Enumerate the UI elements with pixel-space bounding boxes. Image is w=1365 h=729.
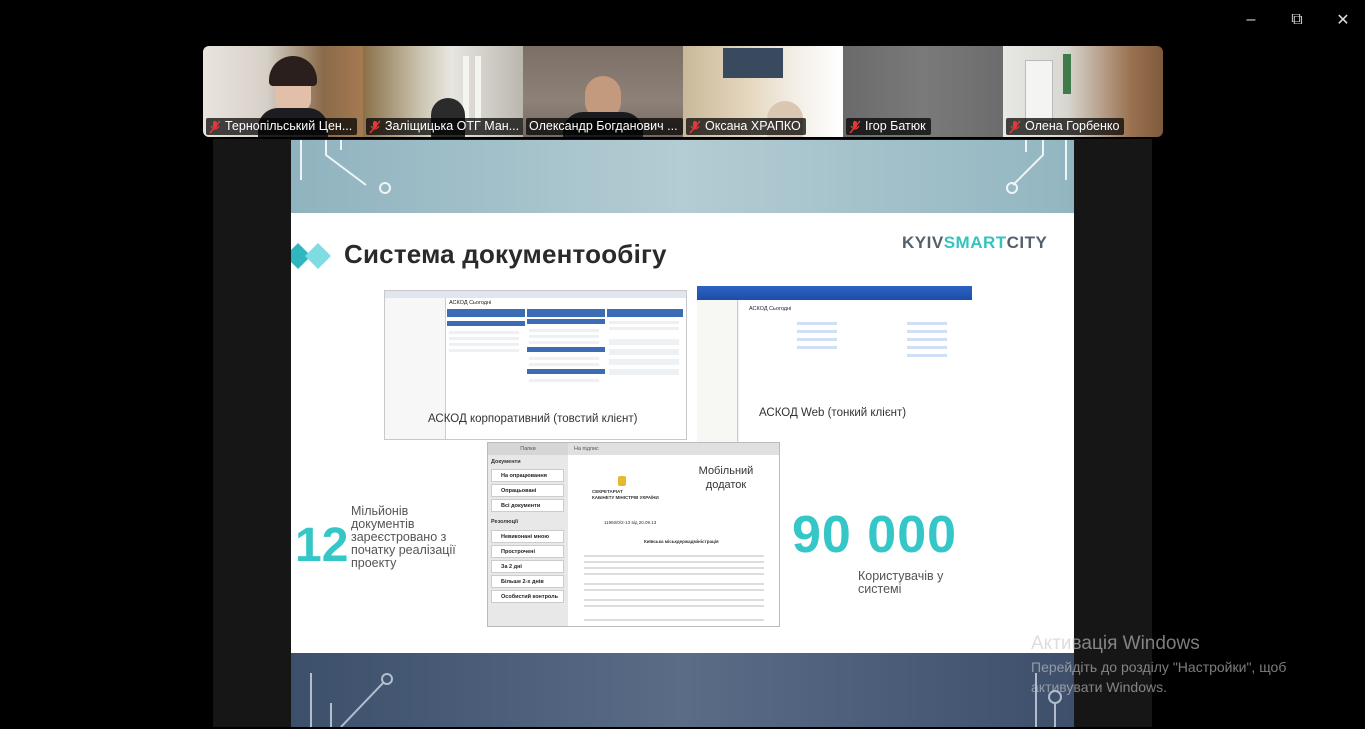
- mobile-menu-item: Особистий контроль: [491, 590, 564, 603]
- mic-muted-icon: [369, 120, 381, 134]
- participant-nametag: Заліщицька ОТГ Ман...: [366, 118, 523, 135]
- mobile-menu-item: Більше 2-х днів: [491, 575, 564, 588]
- minimize-button[interactable]: –: [1239, 8, 1263, 32]
- coat-of-arms-icon: [618, 476, 626, 486]
- participant-nametag: Олександр Богданович ...: [526, 118, 683, 135]
- mobile-right-title: На підпис: [568, 443, 779, 455]
- doc-header: СЕКРЕТАРІАТ: [592, 489, 623, 494]
- web-client-caption: АСКОД Web (тонкий клієнт): [759, 407, 907, 419]
- mobile-section-label: Резолюції: [491, 519, 519, 525]
- mic-muted-icon: [1009, 120, 1021, 134]
- slide-header-band: [291, 140, 1074, 213]
- participant-name: Заліщицька ОТГ Ман...: [385, 119, 520, 133]
- participant-name: Ігор Батюк: [865, 119, 926, 133]
- participant-nametag: Олена Горбенко: [1006, 118, 1125, 135]
- mobile-caption: Мобільний додаток: [698, 465, 754, 491]
- kyiv-smart-city-logo: KYIVSMARTCITY: [902, 233, 1048, 252]
- doc-number: 11960/0/2-13 від 20.09.13: [604, 520, 657, 525]
- participant-name: Олександр Богданович ...: [529, 119, 678, 133]
- thick-client-caption: АСКОД корпоративний (товстий клієнт): [428, 413, 638, 425]
- mobile-section-label: Документи: [491, 459, 521, 465]
- mobile-menu-item: На опрацювання: [491, 469, 564, 482]
- participant-nametag: Ігор Батюк: [846, 118, 931, 135]
- participant-nametag: Тернопільський Цен...: [206, 118, 358, 135]
- participant-tile-active-speaker[interactable]: Олександр Богданович ...: [523, 46, 683, 137]
- participant-name: Тернопільський Цен...: [225, 119, 353, 133]
- mobile-menu-item: Прострочені: [491, 545, 564, 558]
- app-title: АСКОД Сьогодні: [449, 300, 492, 306]
- doc-header: КАБІНЕТУ МІНІСТРІВ УКРАЇНИ: [592, 495, 659, 500]
- restore-button[interactable]: ⧉: [1285, 8, 1309, 32]
- mic-muted-icon: [689, 120, 701, 134]
- participant-tile[interactable]: Олена Горбенко: [1003, 46, 1163, 137]
- mobile-menu-item: Невиконані мною: [491, 530, 564, 543]
- participant-tile[interactable]: Оксана ХРАПКО: [683, 46, 843, 137]
- slide-title: Система документообігу: [344, 239, 667, 269]
- doc-recipient: Київська міськдержадміністрація: [644, 539, 719, 544]
- stat-documents-value: 12: [295, 519, 349, 572]
- diamond-bullet-icon: [291, 243, 331, 274]
- windows-activation-title: Активація Windows: [1031, 633, 1200, 654]
- participant-nametag: Оксана ХРАПКО: [686, 118, 806, 135]
- windows-activation-text: Перейдіть до розділу "Настройки", щоб акт…: [1031, 659, 1287, 695]
- mobile-left-title: Папки: [488, 443, 568, 455]
- mobile-menu-item: Опрацьовані: [491, 484, 564, 497]
- circuit-decoration-icon: [300, 140, 1067, 194]
- slide-footer-band: [291, 653, 1074, 727]
- app-title: АСКОД Сьогодні: [749, 306, 792, 312]
- mobile-menu-item: Всі документи: [491, 499, 564, 512]
- participant-name: Олена Горбенко: [1025, 119, 1120, 133]
- mic-muted-icon: [849, 120, 861, 134]
- close-button[interactable]: ✕: [1331, 8, 1355, 32]
- participant-tile[interactable]: Тернопільський Цен...: [203, 46, 363, 137]
- mobile-menu-item: За 2 дні: [491, 560, 564, 573]
- stat-users-label: Користувачів у системі: [858, 569, 944, 596]
- stat-documents-label: Мільйонів документів зареєстровано з початк…: [351, 504, 456, 570]
- participant-name: Оксана ХРАПКО: [705, 119, 801, 133]
- circuit-decoration-icon: [310, 673, 1062, 727]
- mic-muted-icon: [209, 120, 221, 134]
- presentation-slide: Система документообігу KYIVSMARTCITY АСК…: [291, 140, 1074, 727]
- participant-strip: Тернопільський Цен... Заліщицька ОТГ Ман…: [203, 46, 1163, 137]
- participant-tile[interactable]: Ігор Батюк: [843, 46, 1003, 137]
- participant-tile[interactable]: Заліщицька ОТГ Ман...: [363, 46, 523, 137]
- stat-users-value: 90 000: [792, 506, 958, 564]
